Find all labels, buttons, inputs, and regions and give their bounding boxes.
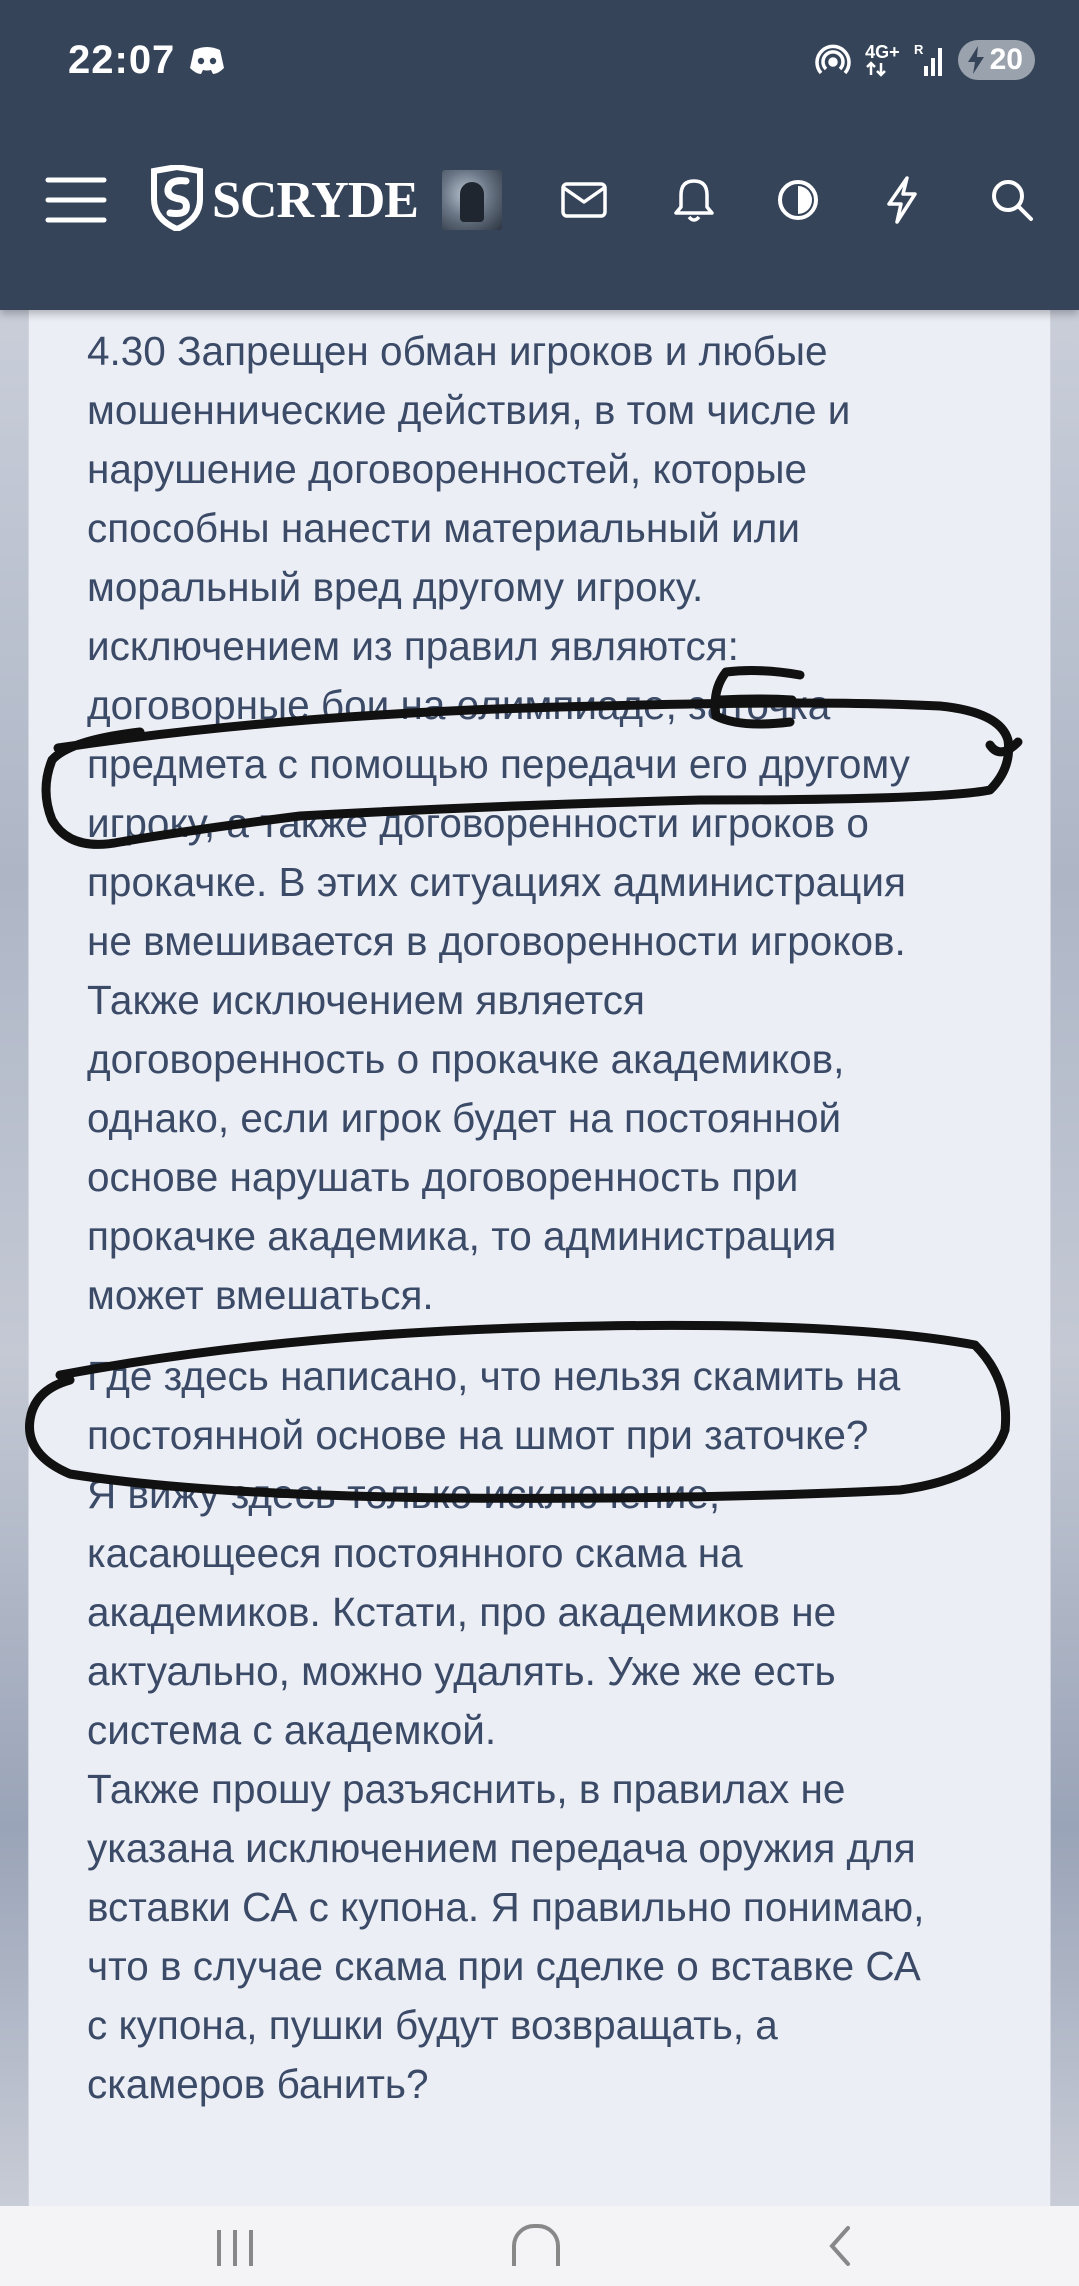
text-line: 4.30 Запрещен обман игроков и любые [87, 328, 828, 374]
text-line: постоянной основе на шмот при заточке? [87, 1412, 869, 1458]
text-line: основе нарушать договоренность при [87, 1154, 799, 1200]
text-line: Также прошу разъяснить, в правилах не [87, 1766, 846, 1812]
text-line: касающееся постоянного скама на [87, 1530, 743, 1576]
text-line: нарушение договоренностей, которые [87, 446, 808, 492]
status-icons: 4G+ R 20 [815, 38, 1035, 82]
text-line: вставки СА с купона. Я правильно понимаю… [87, 1884, 925, 1930]
status-time: 22:07 [68, 38, 176, 82]
text-line: что в случае скама при сделке о вставке … [87, 1943, 921, 1989]
network-4g-icon: 4G+ [865, 43, 900, 77]
svg-text:R: R [914, 42, 924, 57]
theme-toggle-icon[interactable] [766, 140, 830, 260]
top-nav: SCRYDE [0, 140, 1079, 260]
text-line: исключением из правил являются: [87, 623, 739, 669]
text-line: способны нанести материальный или [87, 505, 801, 551]
text-line: договорные бои на олимпиаде, заточка [87, 682, 831, 728]
mail-icon[interactable] [552, 140, 616, 260]
user-question: Где здесь написано, что нельзя скамить н… [87, 1347, 1027, 2114]
status-bar: 22:07 4G+ R 20 [0, 0, 1079, 120]
text-line: система с академкой. [87, 1707, 497, 1753]
flash-icon[interactable] [870, 140, 934, 260]
text-line: с купона, пушки будут возвращать, а [87, 2002, 778, 2048]
text-line: Также исключением является [87, 977, 645, 1023]
home-icon[interactable] [476, 2206, 596, 2286]
avatar[interactable] [440, 140, 504, 260]
text-line: Где здесь написано, что нельзя скамить н… [87, 1353, 901, 1399]
discord-icon [188, 44, 226, 78]
text-line: академиков. Кстати, про академиков не [87, 1589, 837, 1635]
text-line: скамеров банить? [87, 2061, 429, 2107]
back-icon[interactable] [780, 2206, 900, 2286]
network-label: 4G+ [865, 42, 900, 62]
text-line: однако, если игрок будет на постоянной [87, 1095, 842, 1141]
text-line: прокачке академика, то администрация [87, 1213, 837, 1259]
hotspot-icon [815, 42, 851, 78]
quoted-rule: 4.30 Запрещен обман игроков и любые моше… [87, 322, 1027, 1325]
logo-shield-icon [150, 163, 204, 236]
avatar-image [442, 170, 502, 230]
logo-text: SCRYDE [212, 171, 419, 229]
background-left-strip [0, 310, 28, 2206]
recent-apps-icon[interactable] [175, 2206, 295, 2286]
battery-level: 20 [989, 43, 1023, 76]
text-line: мошеннические действия, в том числе и [87, 387, 851, 433]
battery-icon: 20 [957, 40, 1035, 80]
background-right-strip [1051, 310, 1079, 2206]
text-line: игроку, а также договоренности игроков о [87, 800, 869, 846]
text-line: Я вижу здесь только исключение, [87, 1471, 721, 1517]
signal-icon: R [914, 42, 944, 78]
text-line: моральный вред другому игроку. [87, 564, 704, 610]
system-navigation-bar [0, 2206, 1079, 2286]
text-line: указана исключением передача оружия для [87, 1825, 916, 1871]
bell-icon[interactable] [662, 140, 726, 260]
text-line: актуально, можно удалять. Уже же есть [87, 1648, 836, 1694]
text-line: предмета с помощью передачи его другому [87, 741, 910, 787]
post-body: 4.30 Запрещен обман игроков и любые моше… [87, 322, 1027, 2114]
text-line: может вмешаться. [87, 1272, 434, 1318]
site-logo[interactable]: SCRYDE [150, 140, 420, 260]
app-header: 22:07 4G+ R 20 SCRYDE [0, 0, 1079, 310]
text-line: договоренность о прокачке академиков, [87, 1036, 845, 1082]
menu-icon[interactable] [40, 140, 112, 260]
search-icon[interactable] [980, 140, 1044, 260]
text-line: не вмешивается в договоренности игроков. [87, 918, 906, 964]
text-line: прокачке. В этих ситуациях администрация [87, 859, 906, 905]
